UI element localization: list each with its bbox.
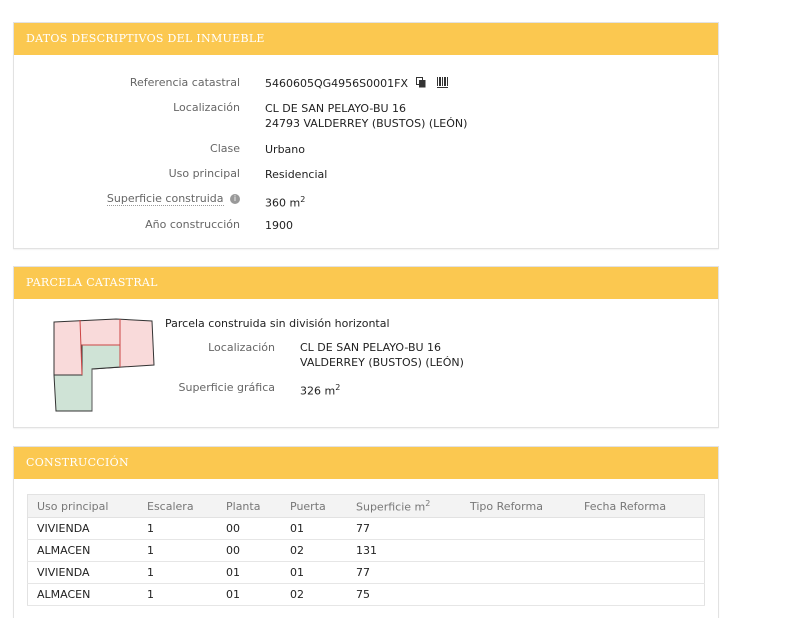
parcela-descripcion: Parcela construida sin división horizont… bbox=[165, 317, 390, 330]
parcela-loc-line1: CL DE SAN PELAYO-BU 16 bbox=[300, 341, 442, 354]
col-escalera: Escalera bbox=[138, 494, 217, 518]
panel-datos-descriptivos: DATOS DESCRIPTIVOS DEL INMUEBLE Referenc… bbox=[13, 22, 719, 249]
value-uso-principal: Residencial bbox=[265, 168, 328, 181]
label-referencia: Referencia catastral bbox=[129, 76, 240, 89]
cell-planta: 01 bbox=[217, 561, 281, 584]
col-superficie-exp: 2 bbox=[425, 498, 431, 508]
cell-superficie: 75 bbox=[347, 583, 461, 606]
cell-escalera: 1 bbox=[138, 583, 217, 606]
cell-escalera: 1 bbox=[138, 539, 217, 562]
cell-escalera: 1 bbox=[138, 517, 217, 540]
label-parcela-localizacion: Localización bbox=[208, 341, 275, 354]
value-referencia: 5460605QG4956S0001FX bbox=[265, 76, 449, 92]
copy-icon[interactable] bbox=[415, 76, 426, 92]
cell-planta: 00 bbox=[217, 539, 281, 562]
col-fecha-reforma: Fecha Reforma bbox=[575, 494, 705, 518]
panel-title: DATOS DESCRIPTIVOS DEL INMUEBLE bbox=[14, 23, 718, 55]
cell-puerta: 02 bbox=[281, 539, 347, 562]
value-superficie-construida: 360 m2 bbox=[265, 192, 305, 211]
cell-tipo-reforma bbox=[461, 539, 575, 562]
parcel-map[interactable] bbox=[52, 317, 156, 413]
info-icon[interactable]: i bbox=[230, 194, 240, 204]
table-row: ALMACEN 1 01 02 75 bbox=[27, 583, 705, 606]
superficie-grafica-exp: 2 bbox=[335, 383, 341, 392]
value-parcela-localizacion: CL DE SAN PELAYO-BU 16 VALDERREY (BUSTOS… bbox=[300, 340, 464, 370]
col-planta: Planta bbox=[217, 494, 281, 518]
cell-superficie: 77 bbox=[347, 561, 461, 584]
value-ano-construccion: 1900 bbox=[265, 219, 293, 232]
table-row: VIVIENDA 1 00 01 77 bbox=[27, 517, 705, 540]
cell-tipo-reforma bbox=[461, 583, 575, 606]
cell-tipo-reforma bbox=[461, 561, 575, 584]
cell-fecha-reforma bbox=[575, 561, 705, 584]
barcode-icon[interactable] bbox=[437, 76, 449, 92]
construccion-table: Uso principal Escalera Planta Puerta Sup… bbox=[27, 494, 705, 606]
parcela-loc-line2: VALDERREY (BUSTOS) (LEÓN) bbox=[300, 356, 464, 369]
cell-uso: VIVIENDA bbox=[27, 517, 138, 540]
cell-puerta: 01 bbox=[281, 517, 347, 540]
table-header-row: Uso principal Escalera Planta Puerta Sup… bbox=[27, 494, 705, 518]
panel-title: PARCELA CATASTRAL bbox=[14, 267, 718, 299]
label-localizacion: Localización bbox=[173, 101, 240, 114]
label-uso-principal: Uso principal bbox=[168, 167, 240, 180]
col-uso-principal: Uso principal bbox=[27, 494, 138, 518]
cell-fecha-reforma bbox=[575, 539, 705, 562]
cell-planta: 01 bbox=[217, 583, 281, 606]
superficie-grafica-number: 326 m bbox=[300, 384, 336, 398]
superficie-construida-number: 360 m bbox=[265, 196, 301, 210]
value-localizacion: CL DE SAN PELAYO-BU 16 24793 VALDERREY (… bbox=[265, 101, 467, 131]
col-tipo-reforma: Tipo Reforma bbox=[461, 494, 575, 518]
panel-title: CONSTRUCCIÓN bbox=[14, 447, 718, 479]
table-row: VIVIENDA 1 01 01 77 bbox=[27, 561, 705, 584]
localizacion-line1: CL DE SAN PELAYO-BU 16 bbox=[265, 102, 407, 115]
panel-construccion: CONSTRUCCIÓN Uso principal Escalera Plan… bbox=[13, 446, 719, 618]
cell-tipo-reforma bbox=[461, 517, 575, 540]
cell-fecha-reforma bbox=[575, 583, 705, 606]
cell-uso: ALMACEN bbox=[27, 539, 138, 562]
cell-uso: VIVIENDA bbox=[27, 561, 138, 584]
cell-puerta: 01 bbox=[281, 561, 347, 584]
value-clase: Urbano bbox=[265, 143, 305, 156]
label-ano-construccion: Año construcción bbox=[145, 218, 240, 231]
label-superficie-construida: Superficie construida i bbox=[106, 192, 240, 206]
label-clase: Clase bbox=[210, 142, 240, 155]
cell-escalera: 1 bbox=[138, 561, 217, 584]
referencia-text: 5460605QG4956S0001FX bbox=[265, 77, 409, 90]
superficie-construida-text: Superficie construida bbox=[106, 192, 224, 206]
cell-superficie: 77 bbox=[347, 517, 461, 540]
panel-parcela-catastral: PARCELA CATASTRAL Parcela construida sin… bbox=[13, 266, 719, 428]
cell-uso: ALMACEN bbox=[27, 583, 138, 606]
table-row: ALMACEN 1 00 02 131 bbox=[27, 539, 705, 562]
cell-fecha-reforma bbox=[575, 517, 705, 540]
label-superficie-grafica: Superficie gráfica bbox=[178, 381, 276, 394]
col-superficie: Superficie m2 bbox=[347, 494, 461, 518]
cell-puerta: 02 bbox=[281, 583, 347, 606]
localizacion-line2: 24793 VALDERREY (BUSTOS) (LEÓN) bbox=[265, 117, 468, 130]
cell-planta: 00 bbox=[217, 517, 281, 540]
cell-superficie: 131 bbox=[347, 539, 461, 562]
col-puerta: Puerta bbox=[281, 494, 347, 518]
col-superficie-text: Superficie m bbox=[356, 500, 426, 514]
value-superficie-grafica: 326 m2 bbox=[300, 380, 340, 399]
superficie-unit-exp: 2 bbox=[300, 195, 306, 204]
